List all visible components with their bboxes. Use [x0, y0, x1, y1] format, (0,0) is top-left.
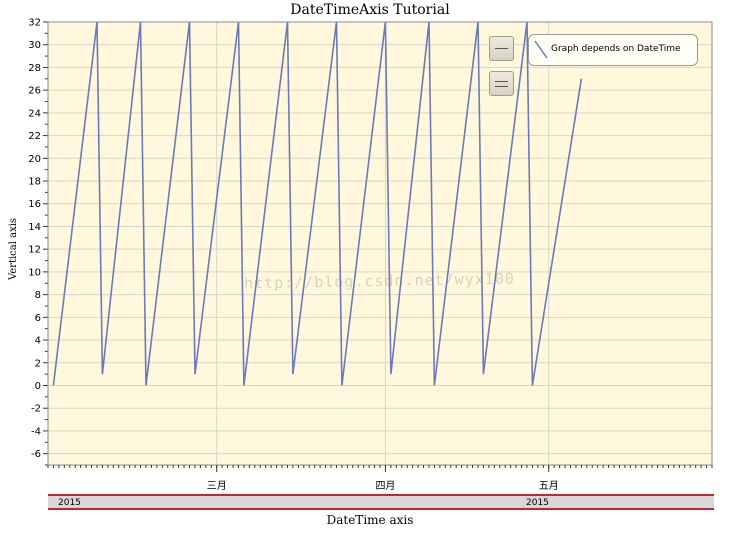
- zoom-out-button[interactable]: [489, 71, 514, 96]
- y-tick-label: 24: [28, 108, 41, 119]
- y-tick-label: 0: [35, 381, 41, 392]
- x-tick-label: 五月: [539, 480, 559, 492]
- x-tick-label: 四月: [375, 480, 395, 492]
- y-tick-label: 20: [28, 154, 41, 165]
- y-tick-label: -4: [31, 426, 41, 437]
- x-axis-title: DateTime axis: [326, 513, 414, 527]
- chart-svg: -6-4-202468101214161820222426283032三月 四月五…: [28, 18, 713, 492]
- x-tick-label: 三月: [207, 480, 227, 492]
- y-tick-label: 4: [35, 336, 41, 347]
- y-tick-label: 30: [28, 40, 41, 51]
- y-tick-label: 6: [35, 313, 41, 324]
- y-tick-label: 22: [28, 131, 41, 142]
- y-tick-label: -2: [31, 404, 41, 415]
- y-axis-title: Vertical axis: [8, 217, 19, 281]
- y-tick-label: 14: [28, 222, 41, 233]
- y-tick-label: 12: [28, 245, 41, 256]
- year-label: 2015: [526, 498, 549, 508]
- legend-swatch: [534, 40, 548, 59]
- y-tick-label: -6: [31, 449, 41, 460]
- y-tick-label: 10: [28, 267, 41, 278]
- y-tick-label: 28: [28, 63, 41, 74]
- y-tick-label: 8: [35, 290, 41, 301]
- year-band[interactable]: 2015 2015: [48, 494, 714, 510]
- plot-area: [48, 22, 712, 465]
- year-label: 2015: [58, 498, 81, 508]
- legend: Graph depends on DateTime: [528, 34, 698, 66]
- zoom-in-button[interactable]: [489, 36, 514, 61]
- y-tick-label: 18: [28, 177, 41, 188]
- y-tick-label: 16: [28, 199, 41, 210]
- y-tick-label: 2: [35, 358, 41, 369]
- legend-label: Graph depends on DateTime: [551, 44, 681, 54]
- y-tick-label: 32: [28, 18, 41, 29]
- y-tick-label: 26: [28, 86, 41, 97]
